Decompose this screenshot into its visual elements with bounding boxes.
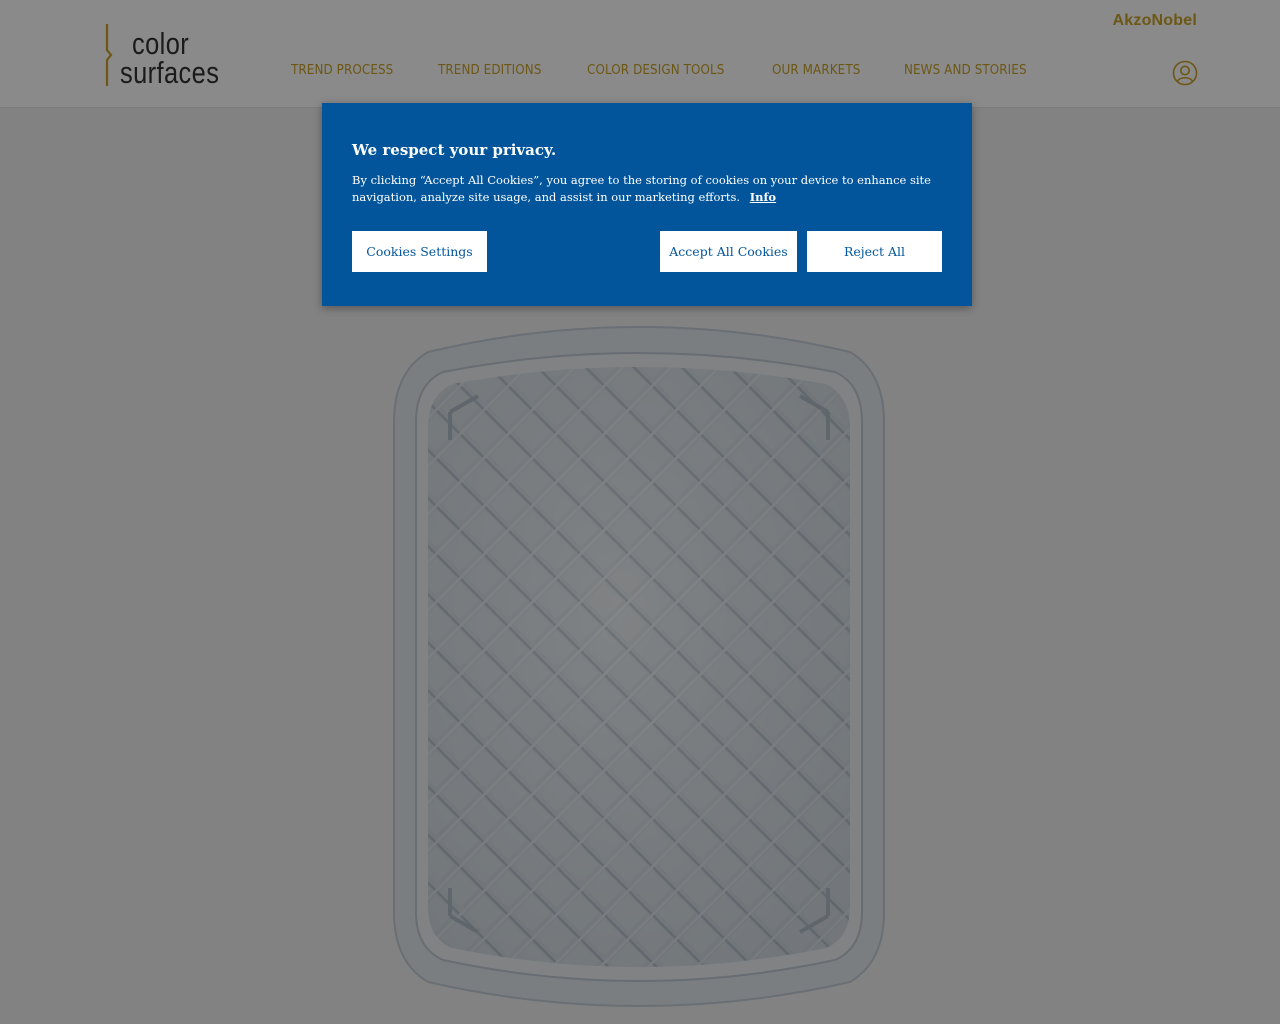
cookie-info-link[interactable]: Info xyxy=(750,190,776,204)
cookie-banner-title: We respect your privacy. xyxy=(352,141,557,159)
cookie-banner-text: By clicking “Accept All Cookies”, you ag… xyxy=(352,172,942,206)
cookie-description: By clicking “Accept All Cookies”, you ag… xyxy=(352,173,931,204)
cookie-consent-banner: We respect your privacy. By clicking “Ac… xyxy=(322,103,972,306)
reject-all-button[interactable]: Reject All xyxy=(807,231,942,272)
accept-all-cookies-button[interactable]: Accept All Cookies xyxy=(660,231,797,272)
cookies-settings-button[interactable]: Cookies Settings xyxy=(352,231,487,272)
